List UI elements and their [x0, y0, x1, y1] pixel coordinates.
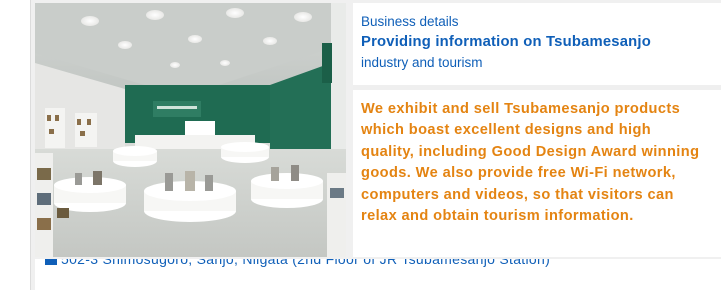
address-text: 502-3 Shimosugoro, Sanjo, Niigata (2nd F… [61, 259, 551, 267]
description-text: We exhibit and sell Tsubamesanjo product… [353, 90, 721, 227]
section-kicker: Business details [361, 14, 459, 29]
section-subheadline: industry and tourism [361, 55, 483, 70]
business-details-panel: Business details Providing information o… [353, 3, 721, 257]
showroom-photo-illustration [35, 3, 346, 257]
content-frame: Business details Providing information o… [30, 0, 721, 290]
showroom-photo [35, 3, 346, 257]
description-line: We exhibit and sell Tsubamesanjo product… [361, 101, 681, 117]
description-line: computers and videos, so that visitors c… [361, 186, 674, 203]
square-bullet-icon [45, 259, 57, 265]
description-line: relax and obtain tourism information. [361, 208, 634, 225]
description-line: goods. We also provide free Wi-Fi networ… [361, 165, 676, 182]
business-details-caption: Business details Providing information o… [353, 3, 721, 90]
section-headline: Providing information on Tsubamesanjo [361, 34, 651, 50]
address-bar: 502-3 Shimosugoro, Sanjo, Niigata (2nd F… [35, 259, 721, 290]
description-line: which boast excellent designs and high [361, 122, 652, 139]
description-line: quality, including Good Design Award win… [361, 143, 700, 160]
